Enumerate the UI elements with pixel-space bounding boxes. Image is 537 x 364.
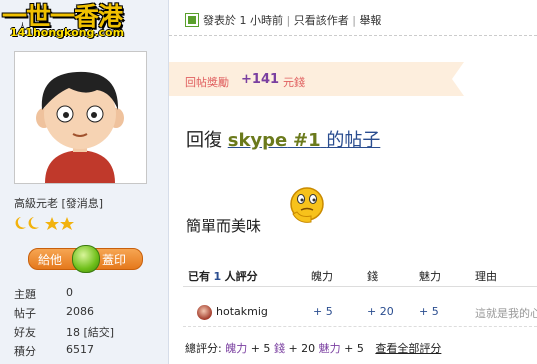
summary-value: + 20 [288, 342, 316, 355]
gift-stamp-button[interactable]: 給他 蓋印 [28, 245, 143, 273]
rating-reason: 這就是我的心 [475, 307, 537, 320]
summary-key: 魅力 [318, 342, 341, 355]
add-friend-link[interactable]: 18 [結交] [66, 326, 114, 339]
stamp-label: 蓋印 [102, 253, 127, 267]
summary-key: 魄力 [225, 342, 248, 355]
stat-value: 6517 [66, 343, 94, 356]
rating-prefix: 已有 [188, 270, 210, 283]
reply-prefix: 回復 [186, 130, 222, 151]
avatar[interactable] [14, 51, 147, 184]
green-ball-icon [72, 245, 100, 273]
author-sidebar: 一世一香港 人 141hongkong.com 高級元老 [發消息] 給他 蓋印… [0, 0, 169, 364]
column-header: 魄力 [311, 270, 333, 283]
gift-label: 給他 [38, 253, 63, 267]
summary-value: + 5 [250, 342, 271, 355]
reply-heading: 回復 skype #1 的帖子 [186, 126, 380, 152]
rating-row: hotakmig + 5 + 20 + 5 這就是我的心 [183, 294, 537, 327]
summary-value: + 5 [344, 342, 364, 355]
summary-key: 錢 [273, 342, 285, 355]
stat-friends: 好友 18 [結交] [14, 324, 114, 340]
online-status-icon [185, 13, 199, 27]
post-meta-bar: 發表於 1 小時前 | 只看該作者 | 舉報 [169, 0, 537, 36]
post-meta-text: 發表於 1 小時前 | 只看該作者 | 舉報 [203, 14, 382, 27]
reward-amount: +141 [241, 72, 280, 87]
stat-value[interactable]: 18 [結交] [66, 324, 114, 340]
reply-floor: #1 [292, 130, 321, 151]
reply-user: skype [227, 130, 288, 151]
stat-label: 好友 [14, 326, 36, 339]
reward-label: 回帖獎勵 [185, 76, 229, 89]
stat-label: 帖子 [14, 307, 36, 320]
column-header: 錢 [367, 270, 378, 283]
report-link[interactable]: 舉報 [359, 14, 381, 27]
rater-name[interactable]: hotakmig [216, 305, 268, 318]
rating-value: + 20 [367, 305, 394, 318]
rank-stars [14, 215, 78, 230]
stat-value: 0 [66, 286, 73, 299]
reply-reward-banner: 回帖獎勵 +141 元錢 [169, 62, 464, 96]
logo-english: 141hongkong.com [10, 26, 125, 39]
view-all-ratings-link[interactable]: 查看全部評分 [375, 342, 441, 355]
only-author-link[interactable]: 只看該作者 [294, 14, 349, 27]
rater-avatar[interactable] [197, 305, 212, 320]
column-header: 理由 [475, 270, 497, 283]
site-logo[interactable]: 一世一香港 人 141hongkong.com [2, 0, 125, 44]
column-header: 魅力 [419, 270, 441, 283]
post-content: 發表於 1 小時前 | 只看該作者 | 舉報 回帖獎勵 +141 元錢 回復 s… [169, 0, 537, 364]
rating-count: 已有 1 人評分 [188, 268, 258, 284]
stat-points: 積分 6517 [14, 343, 94, 359]
stat-label: 主題 [14, 288, 36, 301]
rating-value: + 5 [419, 305, 439, 318]
stat-value: 2086 [66, 305, 94, 318]
reply-suffix: 的帖子 [326, 130, 381, 151]
stat-label: 積分 [14, 345, 36, 358]
summary-prefix: 總評分: [185, 342, 222, 355]
stat-posts: 帖子 2086 [14, 305, 94, 321]
rating-summary: 總評分: 魄力 + 5 錢 + 20 魅力 + 5 查看全部評分 [185, 340, 441, 356]
reward-unit: 元錢 [283, 76, 305, 89]
rank-title: 高級元老 [14, 197, 58, 210]
user-rank: 高級元老 [發消息] [14, 195, 103, 211]
rating-suffix: 人評分 [224, 270, 258, 283]
rating-value: + 5 [313, 305, 333, 318]
avatar-image [15, 52, 146, 183]
post-body: 簡單而美味 [186, 217, 262, 235]
rating-header: 已有 1 人評分 魄力 錢 魅力 理由 [183, 264, 537, 287]
reply-target-link[interactable]: skype #1 的帖子 [228, 130, 381, 151]
stat-threads: 主題 0 [14, 286, 73, 302]
thinking-emoticon-icon [290, 187, 324, 223]
send-message-link[interactable]: [發消息] [62, 197, 104, 210]
moon-star-icons [15, 217, 74, 230]
post-time: 發表於 1 小時前 [203, 14, 283, 27]
rating-count-number: 1 [213, 270, 222, 283]
